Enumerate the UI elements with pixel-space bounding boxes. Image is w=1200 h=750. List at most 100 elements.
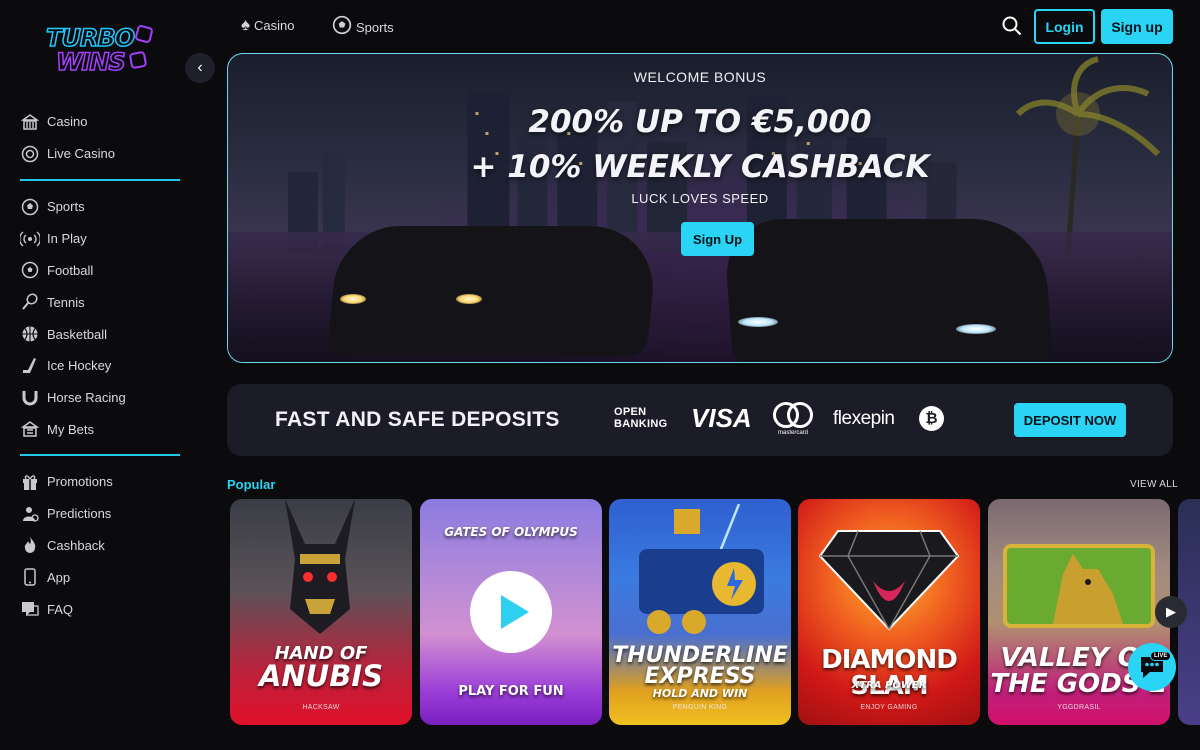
headlight [340, 294, 366, 304]
sidebar-item-label: Football [47, 262, 94, 278]
soccer-ball-icon [332, 15, 352, 40]
play-button[interactable] [470, 571, 552, 653]
sidebar-item-label: Cashback [47, 537, 105, 553]
game-provider: YGGDRASIL [1057, 704, 1101, 711]
sidebar: TURBO WINS Casino Live Casino Sports In … [0, 0, 200, 750]
headlight [956, 324, 996, 334]
play-icon [501, 595, 529, 629]
game-provider: PENGUIN KING [672, 704, 728, 711]
play-for-fun-label[interactable]: PLAY FOR FUN [420, 685, 602, 698]
faq-icon [20, 599, 40, 619]
logo-line1: TURBO [45, 24, 136, 52]
diamond-art [818, 530, 960, 631]
sidebar-item-football[interactable]: Football [20, 255, 185, 287]
live-chat-button[interactable] [1128, 643, 1176, 691]
signup-button[interactable]: Sign up [1101, 9, 1173, 44]
headlight [456, 294, 482, 304]
sidebar-item-in-play[interactable]: In Play [20, 223, 185, 255]
sidebar-item-label: Casino [47, 114, 88, 130]
mastercard-label: mastercard [777, 430, 808, 436]
game-title-line2: ANUBIS [258, 659, 384, 693]
hero-title-line2: + 10% WEEKLY CASHBACK [470, 149, 930, 185]
game-provider: ENJOY GAMING [860, 704, 918, 711]
hero-signup-button[interactable]: Sign Up [681, 222, 754, 256]
hero-subtitle: LUCK LOVES SPEED [631, 191, 769, 206]
sidebar-item-casino[interactable]: Casino [20, 106, 185, 138]
open-banking-line1: OPEN [614, 406, 647, 418]
flexepin-logo: flexepin [833, 408, 895, 429]
anubis-art [285, 499, 355, 634]
top-nav-sports-label: Sports [356, 20, 394, 35]
game-title-line3: HOLD AND WIN [652, 687, 748, 700]
top-nav-casino[interactable]: ♠ Casino [241, 15, 295, 35]
sidebar-item-live-casino[interactable]: Live Casino [20, 138, 185, 170]
dice-icon [134, 24, 154, 44]
deposits-title: FAST AND SAFE DEPOSITS [275, 408, 560, 431]
sidebar-item-cashback[interactable]: Cashback [20, 530, 185, 562]
sidebar-item-my-bets[interactable]: My Bets [20, 414, 185, 446]
horse-racing-icon [20, 388, 40, 408]
train-art [639, 504, 764, 634]
sidebar-item-tennis[interactable]: Tennis [20, 286, 185, 318]
sidebar-item-label: FAQ [47, 601, 74, 617]
flame-icon [20, 535, 40, 555]
open-banking-logo: OPEN BANKING [614, 406, 667, 430]
game-card-hand-of-anubis[interactable]: HAND OF ANUBIS HACKSAW [230, 499, 412, 725]
car-left-image [326, 226, 660, 356]
top-nav-sports[interactable]: Sports [332, 15, 394, 40]
game-card-gates-of-olympus[interactable]: GATES OF OLYMPUS PLAY FOR FUN [420, 499, 602, 725]
sidebar-item-predictions[interactable]: Predictions [20, 498, 185, 530]
sidebar-item-horse-racing[interactable]: Horse Racing [20, 382, 185, 414]
visa-logo: VISA [691, 403, 752, 433]
carousel-next-button[interactable]: ▶ [1155, 596, 1187, 628]
sidebar-item-label: Horse Racing [47, 390, 126, 406]
game-card-diamond-slam[interactable]: DIAMOND SLAM XTRA POWER ENJOY GAMING [798, 499, 980, 725]
live-casino-icon [20, 144, 40, 164]
sidebar-item-label: In Play [47, 231, 87, 247]
dice-icon [128, 50, 148, 70]
basketball-icon [20, 324, 40, 344]
deposits-banner: FAST AND SAFE DEPOSITS OPEN BANKING VISA… [227, 384, 1173, 456]
sidebar-group-sports: Sports In Play Football Tennis Basketbal… [20, 191, 185, 445]
search-icon[interactable] [1002, 16, 1022, 36]
deposit-now-button[interactable]: DEPOSIT NOW [1014, 403, 1126, 437]
phone-icon [20, 567, 40, 587]
sidebar-item-sports[interactable]: Sports [20, 191, 185, 223]
sidebar-group-extras: Promotions Predictions Cashback App FAQ [20, 466, 185, 625]
game-card-thunderline-express[interactable]: THUNDERLINE EXPRESS HOLD AND WIN PENGUIN… [609, 499, 791, 725]
car-right-image [722, 219, 1054, 362]
sidebar-item-faq[interactable]: FAQ [20, 593, 185, 625]
ice-hockey-icon [20, 356, 40, 376]
sidebar-item-app[interactable]: App [20, 561, 185, 593]
top-bar: ♠ Casino Sports Login Sign up [200, 0, 1200, 54]
brand-logo[interactable]: TURBO WINS [42, 20, 162, 78]
game-title-line1: DIAMOND SLAM [821, 645, 958, 701]
sidebar-item-basketball[interactable]: Basketball [20, 318, 185, 350]
bitcoin-icon: ₿ [919, 406, 944, 431]
game-card-valley-of-the-gods-2[interactable]: VALLEY OF THE GODS 2 YGGDRASIL [988, 499, 1170, 725]
logo-line2: WINS [55, 48, 126, 76]
sidebar-item-promotions[interactable]: Promotions [20, 466, 185, 498]
sidebar-item-label: Ice Hockey [47, 358, 112, 374]
top-nav-casino-label: Casino [254, 17, 295, 33]
view-all-link[interactable]: VIEW ALL [1130, 479, 1178, 490]
welcome-bonus-banner[interactable]: WELCOME BONUS 200% UP TO €5,000 + 10% WE… [227, 53, 1173, 363]
sidebar-item-label: My Bets [47, 421, 94, 437]
sidebar-item-ice-hockey[interactable]: Ice Hockey [20, 350, 185, 382]
in-play-icon [20, 229, 40, 249]
chevron-left-icon: ‹ [197, 59, 203, 76]
sidebar-divider [20, 454, 180, 456]
sidebar-item-label: Live Casino [47, 146, 115, 162]
login-button[interactable]: Login [1034, 9, 1095, 44]
gift-icon [20, 472, 40, 492]
live-badge: LIVE [1150, 651, 1172, 661]
sidebar-item-label: Predictions [47, 506, 112, 522]
sidebar-divider [20, 179, 180, 181]
sidebar-item-label: Tennis [47, 294, 85, 310]
sidebar-group-casino: Casino Live Casino [20, 106, 185, 170]
sidebar-collapse-button[interactable]: ‹ [185, 53, 215, 83]
hero-title-line1: 200% UP TO €5,000 [528, 104, 872, 140]
game-title-line2: EXPRESS [644, 664, 756, 689]
game-title-top: GATES OF OLYMPUS [444, 525, 578, 539]
play-right-icon: ▶ [1166, 604, 1176, 619]
